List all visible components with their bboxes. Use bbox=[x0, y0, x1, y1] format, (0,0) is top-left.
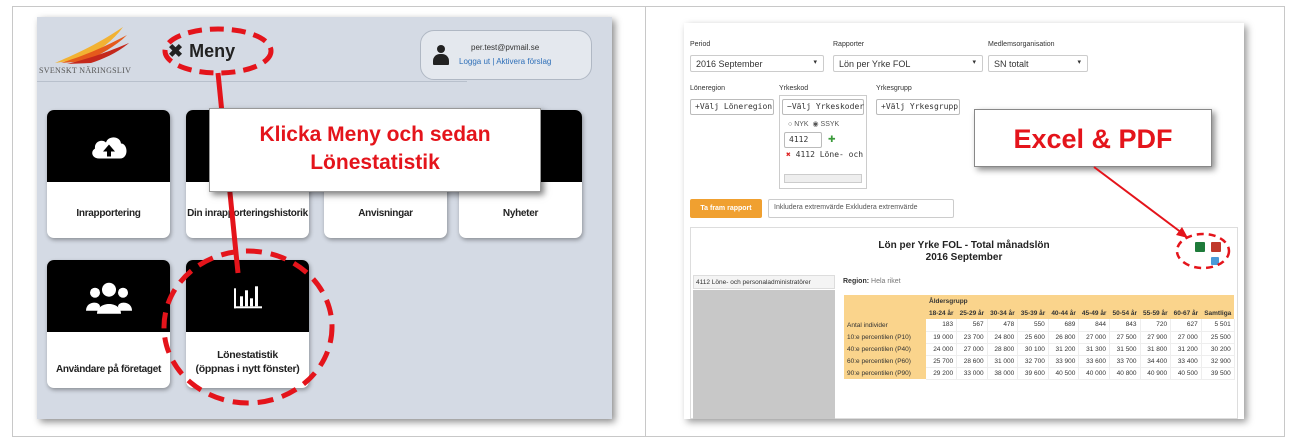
panel-divider bbox=[645, 6, 646, 437]
annotation-overlay bbox=[161, 26, 335, 406]
arrow-overlay bbox=[1093, 166, 1188, 238]
left-screenshot: SVENSKT NÄRINGSLIV ✖ Meny per.test@pvmail… bbox=[37, 17, 612, 419]
instruction-callout: Klicka Meny och sedan Lönestatistik bbox=[209, 108, 541, 192]
right-screenshot: Period 2016 September ▾ Rapporter Lön per… bbox=[684, 23, 1244, 419]
